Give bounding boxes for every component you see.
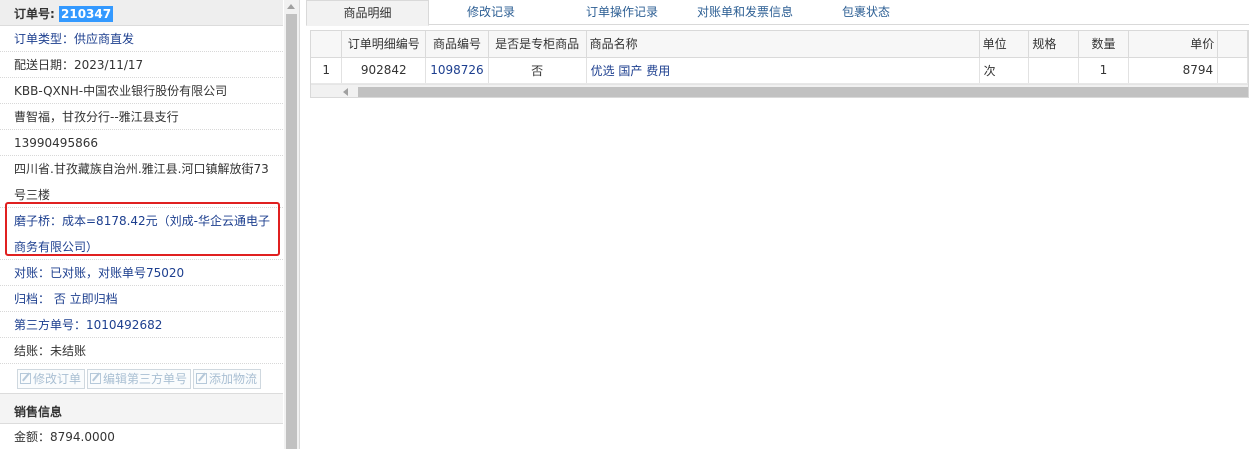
contact-branch: 曹智福，甘孜分行--雅江县支行 [0, 104, 283, 130]
table-row[interactable]: 1 902842 1098726 否 优选 国产 费用 次 1 8794 [311, 57, 1248, 84]
header-unit-price[interactable]: 单价 [1128, 31, 1219, 58]
header-detail-id[interactable]: 订单明细编号 [341, 31, 427, 58]
scrollbar-thumb[interactable] [358, 87, 1248, 97]
scroll-up-icon[interactable] [287, 4, 295, 9]
header-product-name[interactable]: 商品名称 [586, 31, 980, 58]
delivery-date: 配送日期：2023/11/17 [0, 52, 283, 78]
cell-detail-id: 902842 [341, 57, 427, 84]
order-number-label: 订单号: [14, 7, 55, 21]
grid-horizontal-scrollbar[interactable] [311, 84, 1248, 97]
edit-icon [196, 373, 208, 384]
sales-amount: 金额：8794.0000 [0, 424, 283, 449]
table-header-row: 订单明细编号 商品编号 是否是专柜商品 商品名称 单位 规格 数量 单价 [311, 31, 1248, 58]
order-action-bar: 修改订单 编辑第三方单号 添加物流 [0, 364, 283, 394]
add-logistics-button[interactable]: 添加物流 [193, 369, 262, 389]
header-quantity[interactable]: 数量 [1078, 31, 1129, 58]
order-type: 订单类型：供应商直发 [0, 26, 283, 52]
header-extra [1217, 31, 1248, 58]
cell-counter-product: 否 [488, 57, 587, 84]
edit-third-party-label: 编辑第三方单号 [103, 372, 188, 386]
order-info-panel: 订单号: 210347 订单类型：供应商直发 配送日期：2023/11/17 K… [0, 0, 300, 449]
sales-section-title: 销售信息 [0, 394, 283, 424]
edit-third-party-button[interactable]: 编辑第三方单号 [87, 369, 192, 389]
cell-product-name-link[interactable]: 优选 国产 费用 [586, 57, 980, 84]
cell-unit: 次 [979, 57, 1030, 84]
scroll-left-icon[interactable] [343, 88, 348, 96]
order-number-header: 订单号: 210347 [0, 0, 283, 26]
cell-product-id-link[interactable]: 1098726 [425, 57, 489, 84]
product-grid: 订单明细编号 商品编号 是否是专柜商品 商品名称 单位 规格 数量 单价 1 9… [310, 30, 1249, 98]
header-unit[interactable]: 单位 [979, 31, 1030, 58]
edit-icon [90, 373, 102, 384]
reconciliation-status: 对账：已对账，对账单号75020 [0, 260, 283, 286]
order-number-value[interactable]: 210347 [59, 6, 114, 22]
row-index: 1 [311, 57, 343, 84]
tab-reconciliation-invoice[interactable]: 对账单和发票信息 [686, 0, 804, 25]
detail-panel: 商品明细 修改记录 订单操作记录 对账单和发票信息 包裹状态 订单明细编号 商品… [306, 0, 1249, 449]
tab-edit-history[interactable]: 修改记录 [446, 0, 536, 25]
cost-highlight-box [5, 202, 280, 256]
cell-unit-price: 8794 [1128, 57, 1219, 84]
add-logistics-label: 添加物流 [209, 372, 258, 386]
product-table: 订单明细编号 商品编号 是否是专柜商品 商品名称 单位 规格 数量 单价 1 9… [311, 31, 1248, 84]
edit-order-button[interactable]: 修改订单 [17, 369, 86, 389]
contact-phone: 13990495866 [0, 130, 283, 156]
cell-quantity: 1 [1078, 57, 1129, 84]
tab-operation-log[interactable]: 订单操作记录 [572, 0, 672, 25]
header-product-id[interactable]: 商品编号 [425, 31, 489, 58]
archive-status[interactable]: 归档： 否 立即归档 [0, 286, 283, 312]
delivery-address: 四川省.甘孜藏族自治州.雅江县.河口镇解放街73号三楼 [0, 156, 283, 208]
header-index [311, 31, 343, 58]
tab-product-detail[interactable]: 商品明细 [306, 0, 429, 26]
edit-order-label: 修改订单 [33, 372, 82, 386]
cell-extra [1217, 57, 1248, 84]
header-spec[interactable]: 规格 [1028, 31, 1080, 58]
third-party-number: 第三方单号：1010492682 [0, 312, 283, 338]
customer-company: KBB-QXNH-中国农业银行股份有限公司 [0, 78, 283, 104]
left-vertical-scrollbar[interactable] [284, 0, 299, 449]
settlement-status: 结账：未结账 [0, 338, 283, 364]
header-counter-product[interactable]: 是否是专柜商品 [488, 31, 587, 58]
cell-spec [1028, 57, 1080, 84]
tab-package-status[interactable]: 包裹状态 [826, 0, 906, 25]
detail-tabs: 商品明细 修改记录 订单操作记录 对账单和发票信息 包裹状态 [306, 0, 1249, 26]
scrollbar-thumb[interactable] [286, 14, 297, 449]
edit-icon [20, 373, 31, 384]
